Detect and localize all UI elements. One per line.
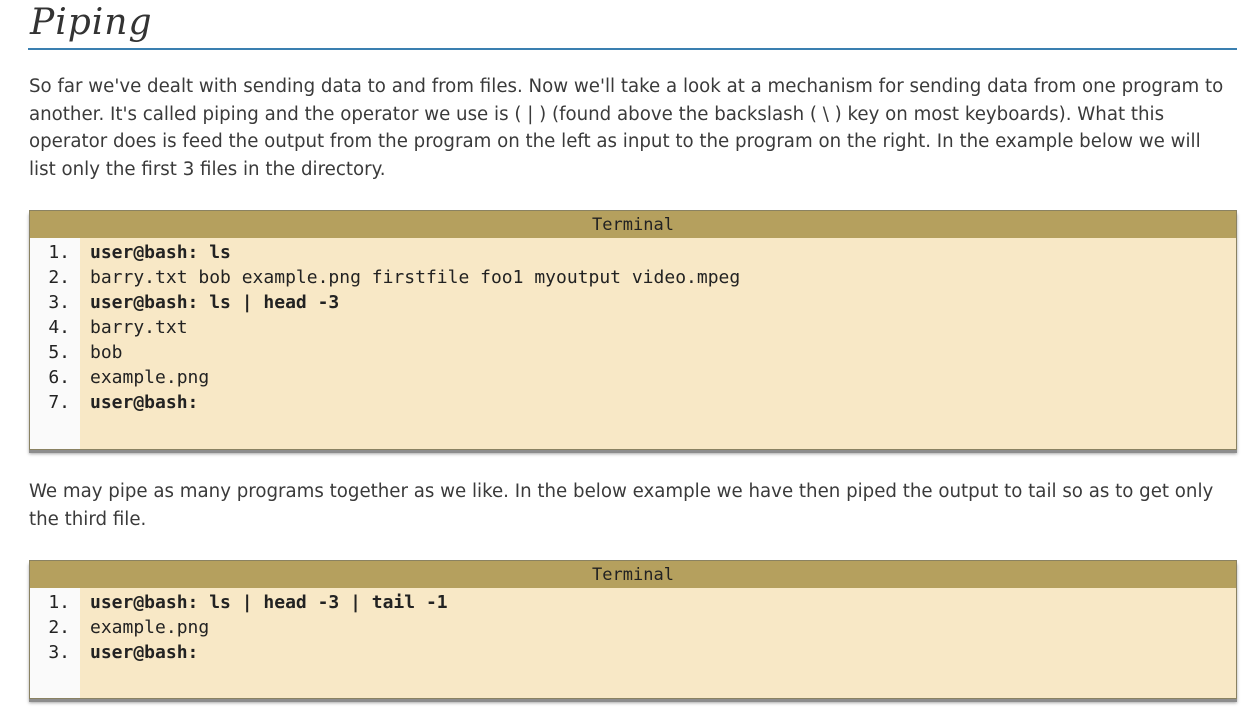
terminal-line: 3. user@bash: [30,640,1236,665]
terminal-line: 2. example.png [30,615,1236,640]
line-number: 5. [48,342,70,363]
terminal-line: 2. barry.txt bob example.png firstfile fo… [30,265,1236,290]
terminal-body: 1. user@bash: ls 2. barry.txt bob example.p… [30,238,1236,449]
line-number: 2. [48,617,70,638]
line-number: 2. [48,267,70,288]
terminal-command: user@bash: [90,392,199,413]
section-heading: Piping [28,0,1237,50]
terminal-line: 1. user@bash: ls [30,240,1236,265]
intro-paragraph: So far we've dealt with sending data to … [29,76,1224,180]
terminal-lines: 1. user@bash: ls 2. barry.txt bob example.p… [30,238,1236,415]
terminal-output: example.png [90,617,210,638]
page-title: Piping [30,2,153,43]
line-number: 7. [48,392,70,413]
line-number: 1. [48,242,70,263]
line-number: 6. [48,367,70,388]
terminal-output: barry.txt bob example.png firstfile foo1… [90,267,741,288]
terminal-title: Terminal [30,561,1236,588]
terminal-title: Terminal [30,211,1236,238]
terminal-line: 4. barry.txt [30,315,1236,340]
terminal-example-2: Terminal 1. user@bash: ls | head -3 | tai… [29,560,1237,699]
terminal-command: user@bash: ls | head -3 | tail -1 [90,592,448,613]
terminal-line: 1. user@bash: ls | head -3 | tail -1 [30,590,1236,615]
line-number: 4. [48,317,70,338]
terminal-example-1: Terminal 1. user@bash: ls 2. barry.txt bob … [29,210,1237,450]
pipe-chain-paragraph: We may pipe as many programs together as… [29,481,1214,530]
terminal-line: 6. example.png [30,365,1236,390]
terminal-lines: 1. user@bash: ls | head -3 | tail -1 2. exa… [30,588,1236,665]
terminal-output: bob [90,342,123,363]
terminal-command: user@bash: ls [90,242,231,263]
terminal-line: 7. user@bash: [30,390,1236,415]
terminal-output: barry.txt [90,317,188,338]
terminal-output: example.png [90,367,210,388]
terminal-line: 3. user@bash: ls | head -3 [30,290,1236,315]
terminal-command: user@bash: [90,642,199,663]
page: Piping So far we've dealt with sending d… [0,0,1250,708]
terminal-body: 1. user@bash: ls | head -3 | tail -1 2. exa… [30,588,1236,698]
line-number: 3. [48,642,70,663]
terminal-command: user@bash: ls | head -3 [90,292,340,313]
line-number: 3. [48,292,70,313]
line-number: 1. [48,592,70,613]
terminal-line: 5. bob [30,340,1236,365]
